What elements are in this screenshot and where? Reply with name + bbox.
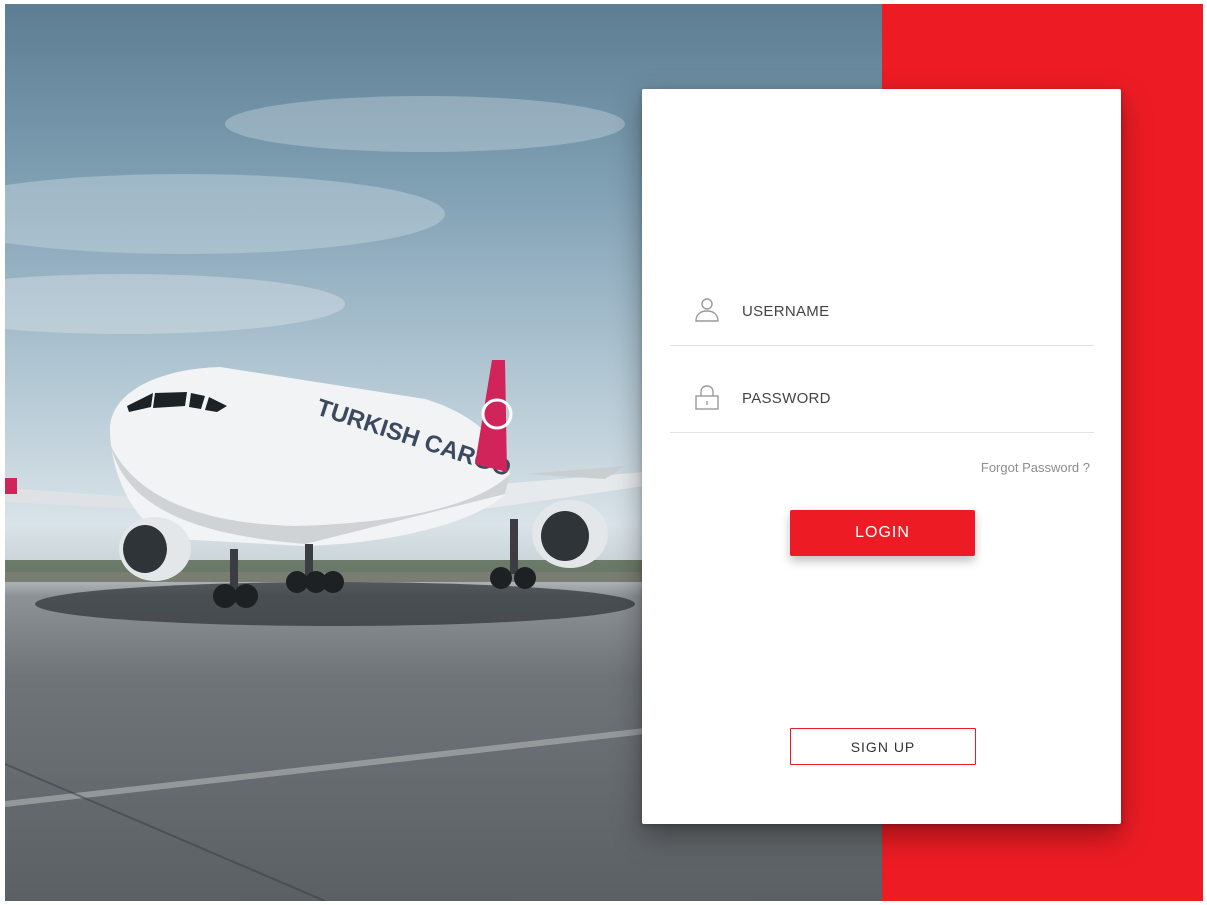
lock-icon: [695, 385, 719, 410]
password-field[interactable]: PASSWORD: [670, 346, 1094, 433]
login-button[interactable]: LOGIN: [790, 510, 975, 556]
username-field[interactable]: USERNAME: [670, 259, 1094, 346]
user-icon: [695, 298, 719, 322]
signup-button[interactable]: SIGN UP: [790, 728, 976, 765]
forgot-password-link[interactable]: Forgot Password ?: [981, 460, 1090, 475]
password-label: PASSWORD: [742, 390, 831, 407]
username-label: USERNAME: [742, 303, 830, 320]
login-screen: TURKISH CARGO USERNAME PASSWORD Forgot P…: [5, 4, 1203, 901]
login-card: USERNAME PASSWORD Forgot Password ? LOGI…: [642, 89, 1121, 824]
